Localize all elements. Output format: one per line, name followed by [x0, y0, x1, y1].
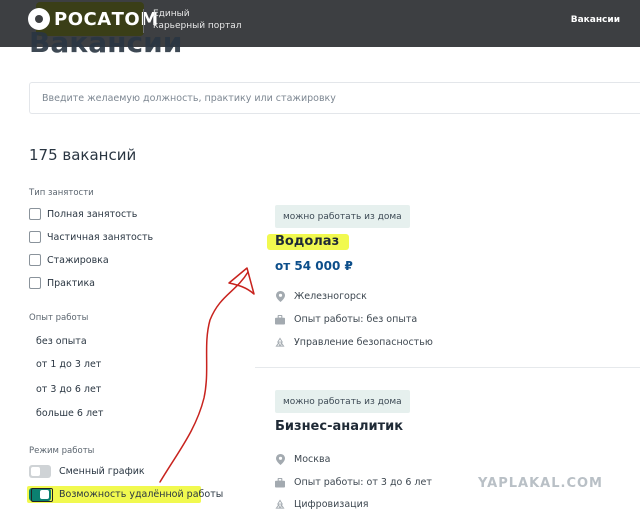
watermark: YAPLAKAL.COM	[478, 476, 603, 491]
annotation-arrow	[159, 267, 255, 483]
